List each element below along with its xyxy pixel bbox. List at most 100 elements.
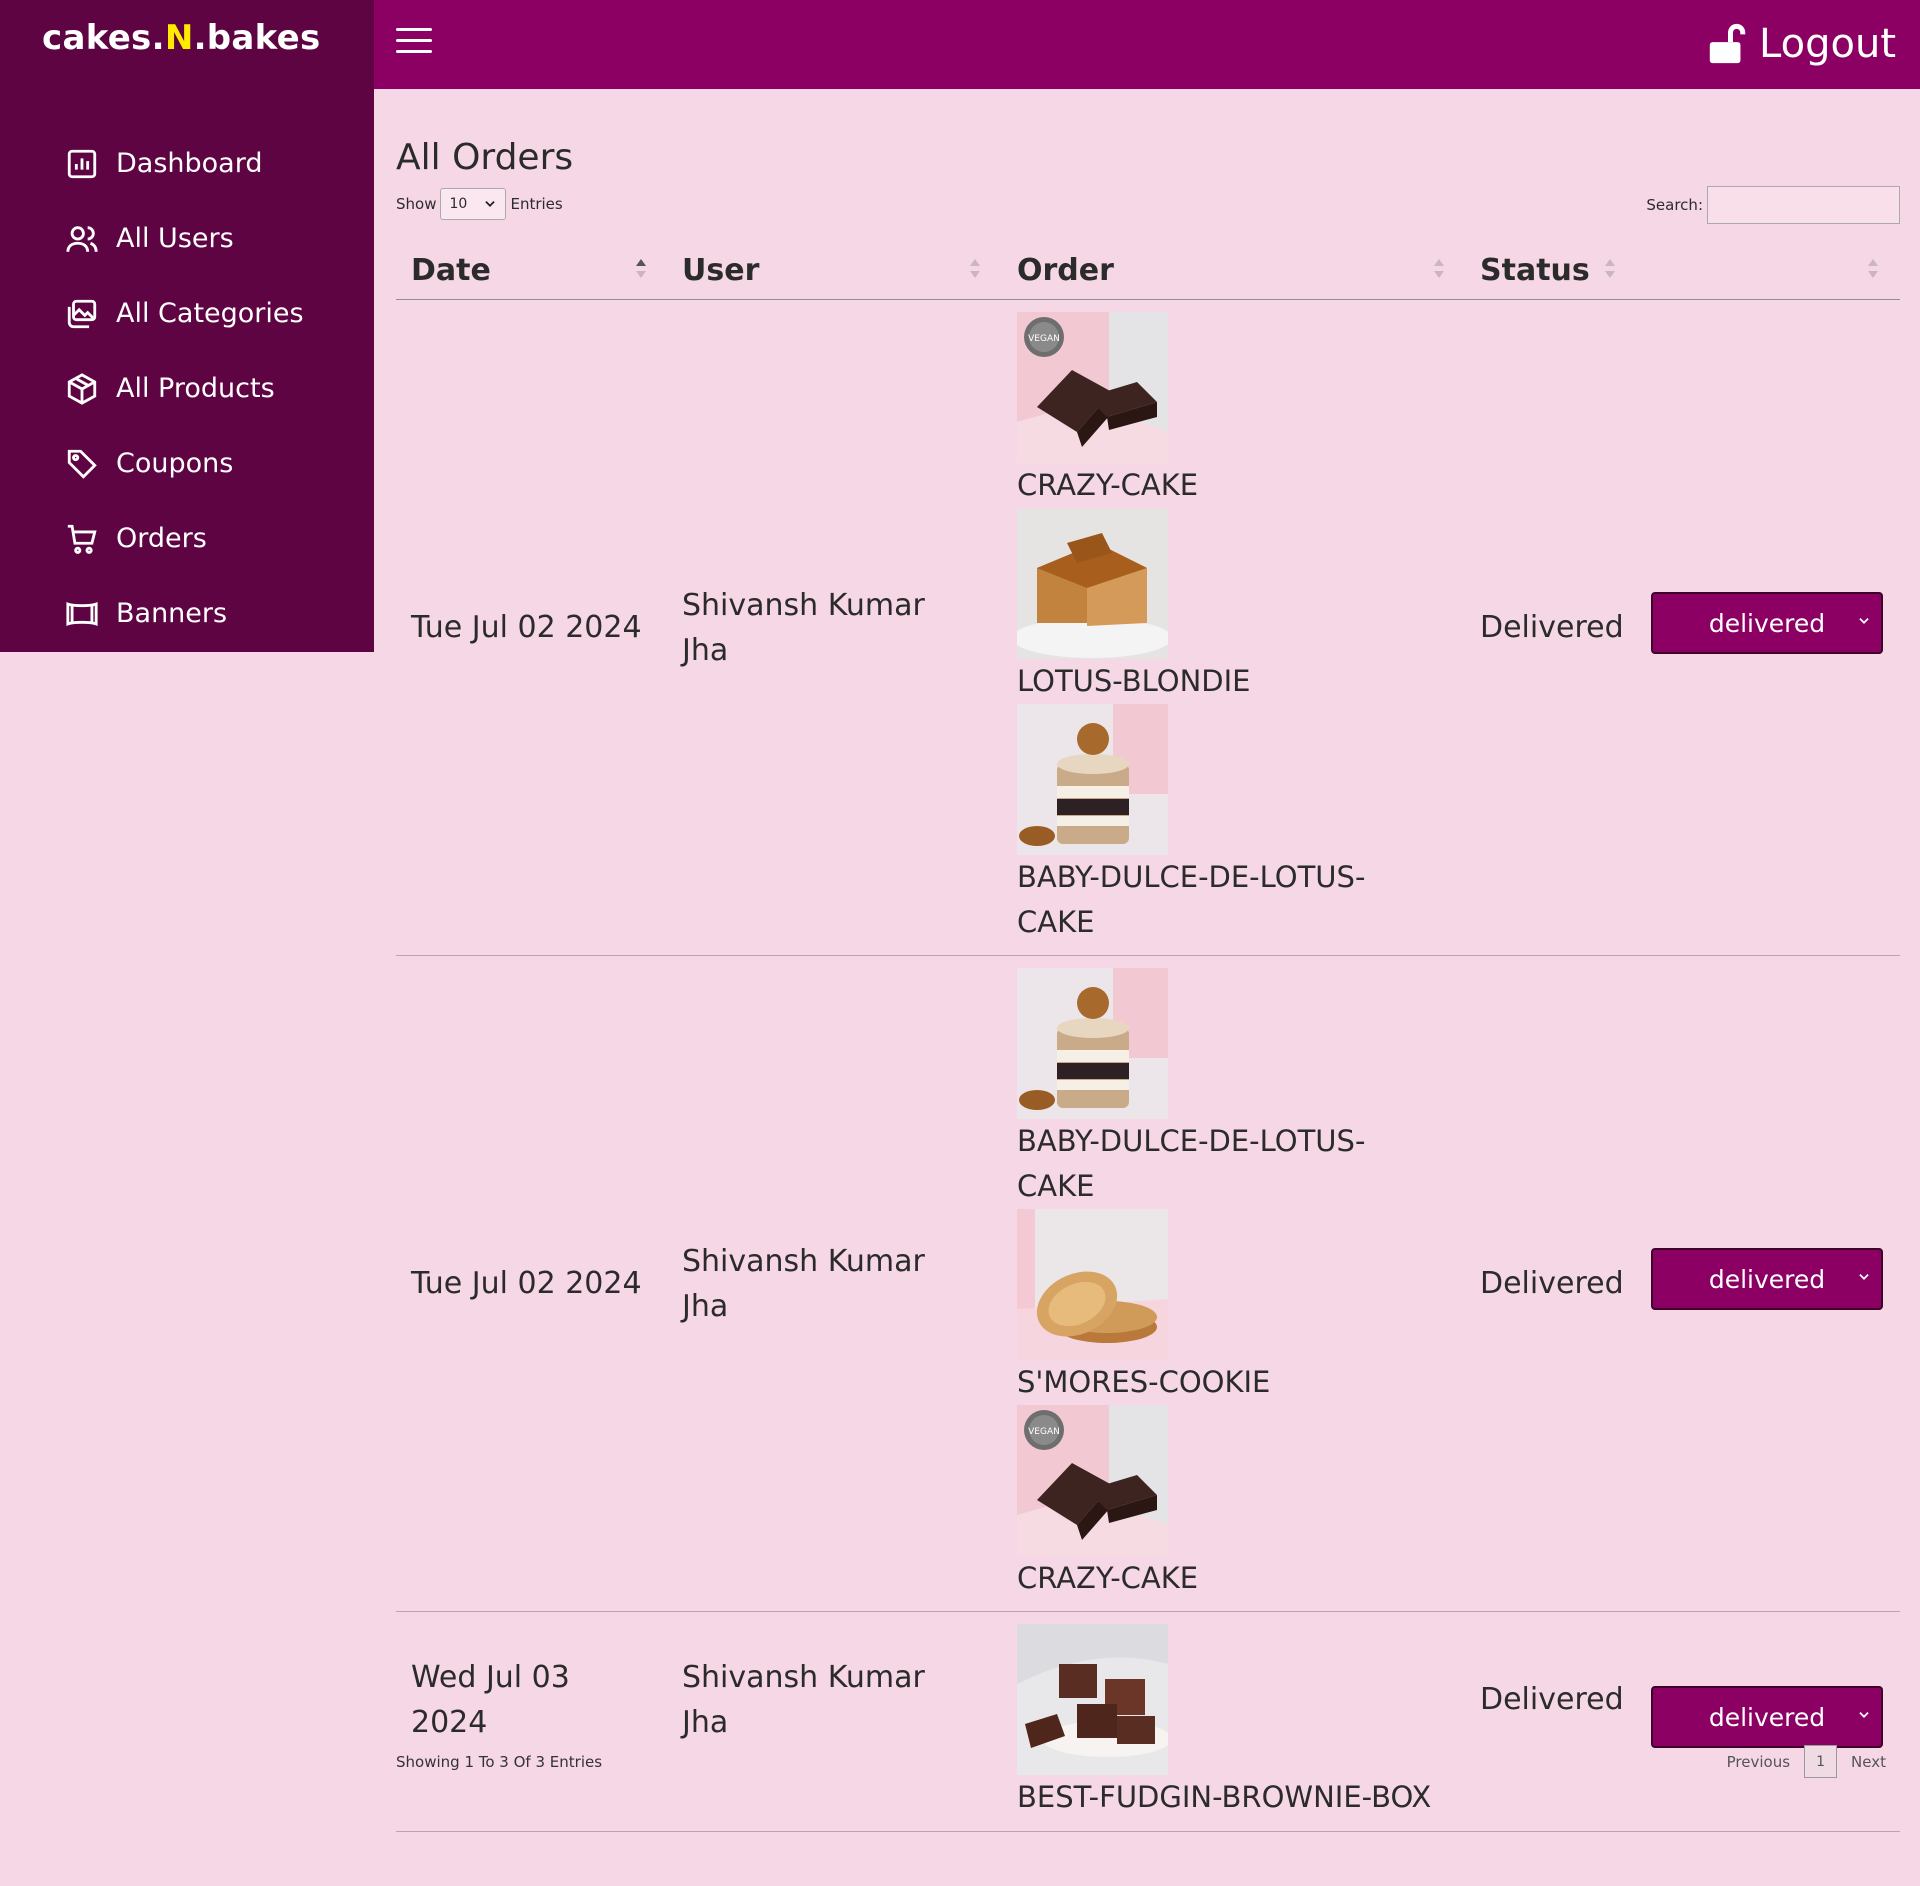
product-name: LOTUS-BLONDIE [1017,664,1251,698]
entries-length-control: Show 10 Entries [396,188,563,220]
baby-dulce-cake-image [1017,968,1168,1119]
search-label: Search: [1646,196,1703,214]
product-name: BABY-DULCE-DE-LOTUS-CAKE [1017,860,1366,939]
brownie-box-image [1017,1624,1168,1775]
smores-cookie-image [1017,1209,1168,1360]
order-status-text: Delivered [1480,1266,1624,1301]
product-name: BABY-DULCE-DE-LOTUS-CAKE [1017,1124,1366,1203]
page-1-button[interactable]: 1 [1804,1745,1838,1778]
sort-icon [1434,257,1444,283]
column-header-status[interactable]: Status [1480,241,1590,299]
table-row: Wed Jul 03 2024 Shivansh Kumar Jha BEST-… [396,1612,1900,1832]
order-user: Shivansh Kumar Jha [682,588,925,668]
sidebar-item-label: Coupons [116,448,234,479]
product-item: VEGAN CRAZY-CAKE [1017,312,1397,508]
menu-toggle-icon[interactable] [396,28,432,58]
categories-icon [64,296,100,332]
page-title: All Orders [396,137,574,178]
sidebar-item-label: All Users [116,223,234,254]
brand-logo[interactable]: cakes.N.bakes [42,18,321,58]
next-page-button[interactable]: Next [1837,1753,1900,1771]
entries-select-value: 10 [449,196,468,212]
order-user: Shivansh Kumar Jha [682,1244,925,1324]
box-icon [64,371,100,407]
product-item: BABY-DULCE-DE-LOTUS-CAKE [1017,704,1397,945]
crazy-cake-image: VEGAN [1017,1405,1168,1556]
previous-page-button[interactable]: Previous [1713,1753,1804,1771]
product-item: VEGAN CRAZY-CAKE [1017,1405,1397,1601]
status-select[interactable]: delivered [1651,592,1883,654]
sidebar-nav: Dashboard All Users All Categories All P… [0,126,374,651]
chevron-down-icon [485,201,496,207]
product-name: S'MORES-COOKIE [1017,1365,1271,1399]
column-header-order[interactable]: Order [1017,241,1114,299]
status-select[interactable]: delivered [1651,1686,1883,1748]
order-user: Shivansh Kumar Jha [682,1660,925,1740]
sidebar-item-all-products[interactable]: All Products [0,351,374,426]
order-products: VEGAN CRAZY-CAKE LOTUS-BLONDIE BABY-DULC… [1017,312,1397,945]
sidebar-item-banners[interactable]: Banners [0,576,374,651]
order-products: BABY-DULCE-DE-LOTUS-CAKE S'MORES-COOKIE … [1017,968,1397,1601]
search-control: Search: [1646,186,1900,224]
chevron-down-icon [1859,1712,1869,1718]
sort-icon [1605,257,1615,283]
svg-text:VEGAN: VEGAN [1028,334,1060,344]
product-item: S'MORES-COOKIE [1017,1209,1397,1405]
order-date: Tue Jul 02 2024 [411,1266,642,1301]
sidebar-item-label: All Categories [116,298,304,329]
entries-label: Entries [510,195,563,213]
logout-button[interactable]: Logout [1705,18,1896,70]
show-label: Show [396,195,437,213]
sort-asc-icon [636,257,646,283]
order-status-text: Delivered [1480,1682,1624,1717]
unlock-icon [1709,23,1746,64]
sidebar-item-label: Banners [116,598,228,629]
column-header-label: User [682,252,760,288]
status-select-value: delivered [1708,1702,1826,1732]
column-header-label: Date [411,252,491,288]
order-status-text: Delivered [1480,610,1624,645]
column-header-label: Order [1017,252,1114,288]
sidebar-item-all-categories[interactable]: All Categories [0,276,374,351]
pagination: Previous 1 Next [1713,1745,1900,1778]
lotus-blondie-image [1017,508,1168,659]
search-input[interactable] [1707,186,1900,224]
product-item: LOTUS-BLONDIE [1017,508,1397,704]
chevron-down-icon [1859,618,1869,624]
status-select-value: delivered [1708,608,1826,638]
product-name: BEST-FUDGIN-BROWNIE-BOX [1017,1780,1432,1814]
status-select-value: delivered [1708,1264,1826,1294]
sidebar-item-all-users[interactable]: All Users [0,201,374,276]
product-name: CRAZY-CAKE [1017,468,1199,502]
entries-select[interactable]: 10 [440,188,507,220]
product-item: BABY-DULCE-DE-LOTUS-CAKE [1017,968,1397,1209]
crazy-cake-image: VEGAN [1017,312,1168,463]
logout-label: Logout [1759,21,1896,67]
tag-icon [64,446,100,482]
banner-icon [64,596,100,632]
table-row: Tue Jul 02 2024 Shivansh Kumar Jha VEGAN… [396,300,1900,956]
sidebar-item-dashboard[interactable]: Dashboard [0,126,374,201]
chevron-down-icon [1859,1274,1869,1280]
baby-dulce-cake-image [1017,704,1168,855]
cart-icon [64,521,100,557]
sidebar-item-label: All Products [116,373,275,404]
top-bar: Logout [374,0,1920,89]
column-header-user[interactable]: User [682,241,759,299]
product-name: CRAZY-CAKE [1017,1561,1199,1595]
column-header-date[interactable]: Date [411,241,491,299]
status-select[interactable]: delivered [1651,1248,1883,1310]
sidebar-item-label: Dashboard [116,148,263,179]
sort-icon [1868,257,1878,283]
sidebar-item-label: Orders [116,523,207,554]
table-header: Date User Order Status [396,241,1900,300]
column-header-label: Status [1480,252,1590,288]
svg-text:VEGAN: VEGAN [1028,1427,1060,1437]
sidebar-item-orders[interactable]: Orders [0,501,374,576]
sidebar-item-coupons[interactable]: Coupons [0,426,374,501]
order-date: Wed Jul 03 2024 [411,1660,570,1740]
users-icon [64,221,100,257]
table-info: Showing 1 To 3 Of 3 Entries [396,1753,603,1771]
order-products: BEST-FUDGIN-BROWNIE-BOX [1017,1624,1431,1820]
table-row: Tue Jul 02 2024 Shivansh Kumar Jha BABY-… [396,956,1900,1612]
